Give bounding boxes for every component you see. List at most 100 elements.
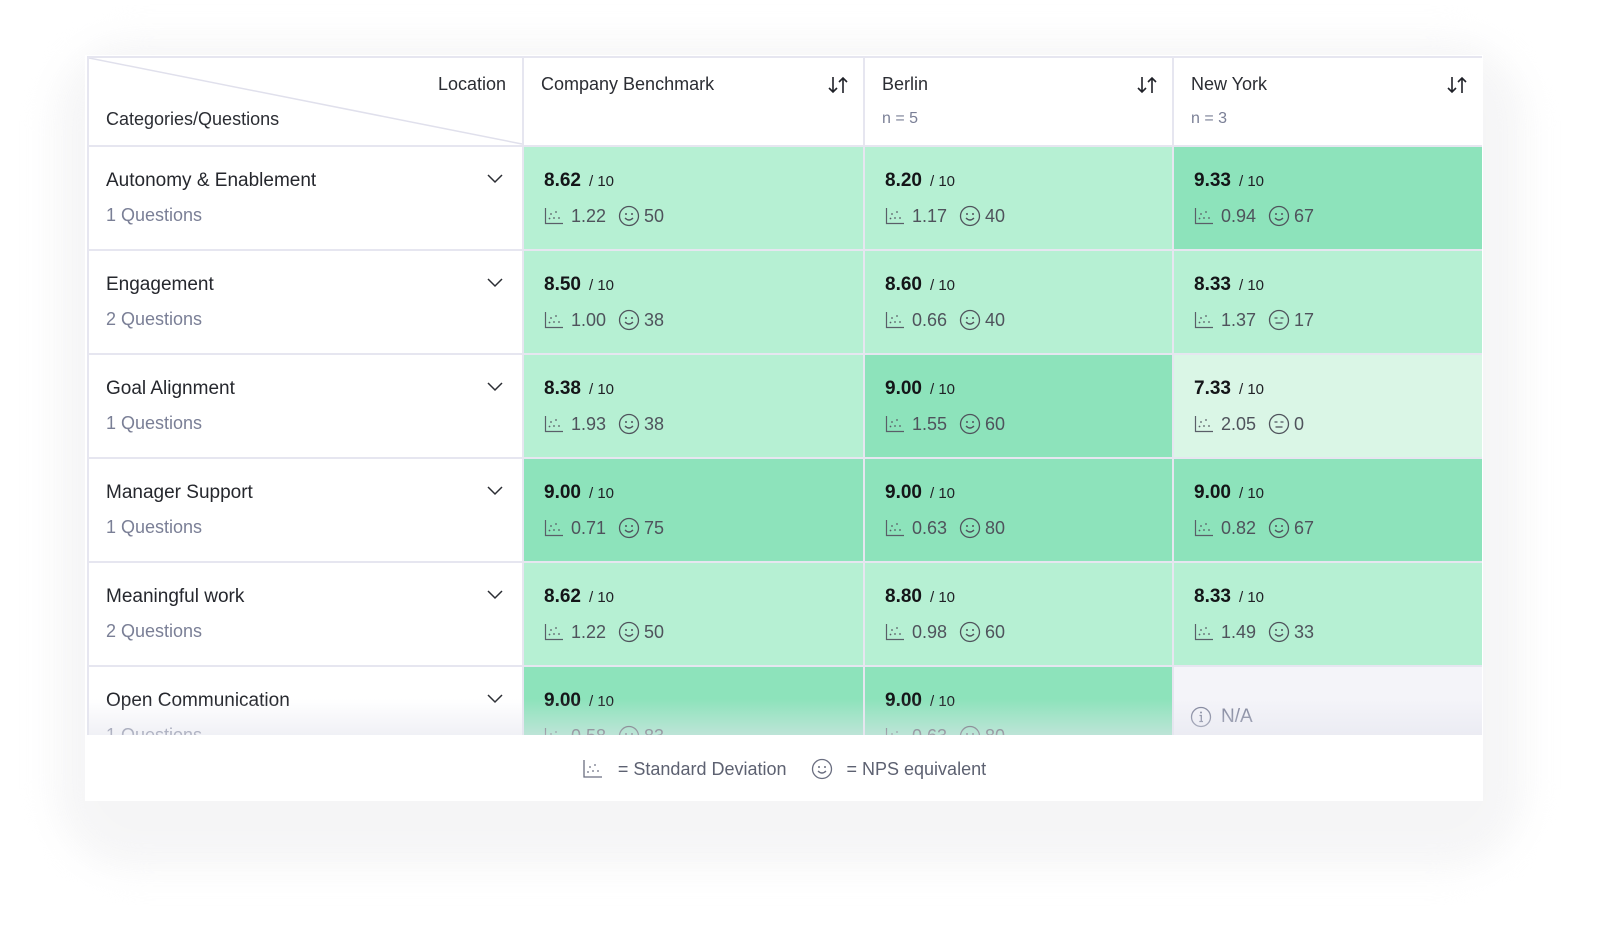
table-row: Autonomy & Enablement 1 Questions 8.62 / 10… [87,145,1482,251]
category-cell[interactable]: Meaningful work 2 Questions [87,561,524,667]
score-value: 7.33 [1194,378,1231,399]
standard-deviation-value: 1.55 [912,413,948,434]
score-max: / 10 [588,589,615,606]
smiley-face-icon [618,413,640,435]
nps-value: 0 [1294,413,1305,434]
chevron-down-icon[interactable] [486,483,504,497]
score-value: 9.00 [885,482,922,503]
standard-deviation-value: 0.63 [912,517,948,538]
score-max: / 10 [1238,381,1265,398]
score-max: / 10 [929,173,956,190]
category-cell[interactable]: Goal Alignment 1 Questions [87,353,524,459]
category-cell[interactable]: Engagement 2 Questions [87,249,524,355]
table-row: Open Communication 1 Questions 9.00 / 10 0.5… [87,665,1482,736]
smiley-face-icon [959,205,981,227]
question-count: 2 Questions [106,309,203,329]
standard-deviation-value: 0.94 [1221,205,1257,226]
score-value: 8.60 [885,274,922,295]
column-header-berlin: Berlin n = 5 [863,56,1174,147]
category-cell[interactable]: Manager Support 1 Questions [87,457,524,563]
legend-nps-label: = NPS equivalent [846,758,987,779]
score-cell: 8.80 / 10 0.98 60 [863,561,1174,667]
nps-value: 40 [985,205,1006,226]
standard-deviation-icon [1194,624,1213,641]
nps-value: 40 [985,309,1006,330]
smiley-face-icon [959,413,981,435]
score-value: 9.00 [1194,482,1231,503]
sort-arrows-icon[interactable] [1136,74,1158,96]
standard-deviation-value: 0.71 [571,517,607,538]
category-cell[interactable]: Open Communication 1 Questions [87,665,524,735]
score-cell: 9.00 / 10 0.63 80 [863,665,1174,736]
standard-deviation-value: 0.63 [912,726,947,736]
nps-value: 33 [1294,621,1315,642]
table-row: Manager Support 1 Questions 9.00 / 10 0.71 75… [87,457,1482,563]
standard-deviation-icon [885,208,904,225]
standard-deviation-icon [885,416,904,433]
score-value: 8.80 [885,586,922,607]
standard-deviation-icon [885,624,904,641]
question-count: 1 Questions [106,517,203,537]
score-value: 9.33 [1194,170,1231,191]
standard-deviation-value: 1.49 [1221,621,1257,642]
score-cell: 8.38 / 10 1.93 38 [522,353,865,459]
column-header-new-york: New York n = 3 [1172,56,1482,147]
score-max: / 10 [588,693,615,710]
chevron-down-icon[interactable] [486,379,504,393]
nps-value: 50 [644,621,665,642]
category-cell[interactable]: Autonomy & Enablement 1 Questions [87,145,524,251]
chevron-down-icon[interactable] [486,691,504,705]
category-title: Meaningful work [106,586,245,607]
nps-value: 67 [1294,205,1315,226]
chevron-down-icon[interactable] [486,275,504,289]
smiley-face-icon [959,621,981,643]
score-cell: 9.00 / 10 0.82 67 [1172,457,1482,563]
standard-deviation-value: 1.22 [571,205,607,226]
smiley-face-icon [1268,621,1290,643]
question-count: 1 Questions [106,725,203,735]
heatmap-table-scroll-area[interactable]: Location Categories/Questions Company Be… [87,56,1482,735]
score-cell: 8.33 / 10 1.37 17 [1172,249,1482,355]
score-cell: 9.00 / 10 1.55 60 [863,353,1174,459]
score-cell: 8.62 / 10 1.22 50 [522,561,865,667]
smiley-face-icon [959,517,981,539]
column-header-company-benchmark: Company Benchmark [522,56,865,147]
smiley-face-icon [618,205,640,227]
na-label: N/A [1221,706,1253,727]
score-value: 9.00 [885,690,922,711]
score-max: / 10 [929,589,956,606]
sort-arrows-icon[interactable] [827,74,849,96]
nps-value: 80 [985,726,1005,736]
score-cell: 7.33 / 10 2.05 0 [1172,353,1482,459]
smiley-face-icon [959,725,981,735]
chevron-down-icon[interactable] [486,171,504,185]
score-max: / 10 [929,381,956,398]
sort-arrows-icon[interactable] [1446,74,1468,96]
standard-deviation-icon [544,312,563,329]
neutral-face-icon [1268,413,1290,435]
score-value: 8.62 [544,586,581,607]
smiley-face-icon [1268,205,1290,227]
chevron-down-icon[interactable] [486,587,504,601]
table-row: Meaningful work 2 Questions 8.62 / 10 1.22 50… [87,561,1482,667]
nps-value: 80 [985,517,1006,538]
legend-sd-label: = Standard Deviation [617,758,787,779]
score-value: 9.00 [544,482,581,503]
diagonal-divider [89,58,523,145]
legend: = Standard Deviation = NPS equivalent [85,751,1483,787]
score-value: 9.00 [544,690,581,711]
score-cell: 8.33 / 10 1.49 33 [1172,561,1482,667]
score-max: / 10 [1238,485,1265,502]
nps-value: 17 [1294,309,1315,330]
score-cell: 9.00 / 10 0.63 80 [863,457,1174,563]
score-max: / 10 [1238,589,1265,606]
category-title: Engagement [106,274,214,295]
category-title: Manager Support [106,482,253,503]
standard-deviation-value: 1.17 [912,205,948,226]
score-value: 8.50 [544,274,581,295]
category-title: Goal Alignment [106,378,235,399]
legend-item-standard-deviation: = Standard Deviation [582,759,787,780]
score-cell: 8.20 / 10 1.17 40 [863,145,1174,251]
smiley-face-icon [618,725,640,735]
location-axis-label: Location [437,74,506,94]
